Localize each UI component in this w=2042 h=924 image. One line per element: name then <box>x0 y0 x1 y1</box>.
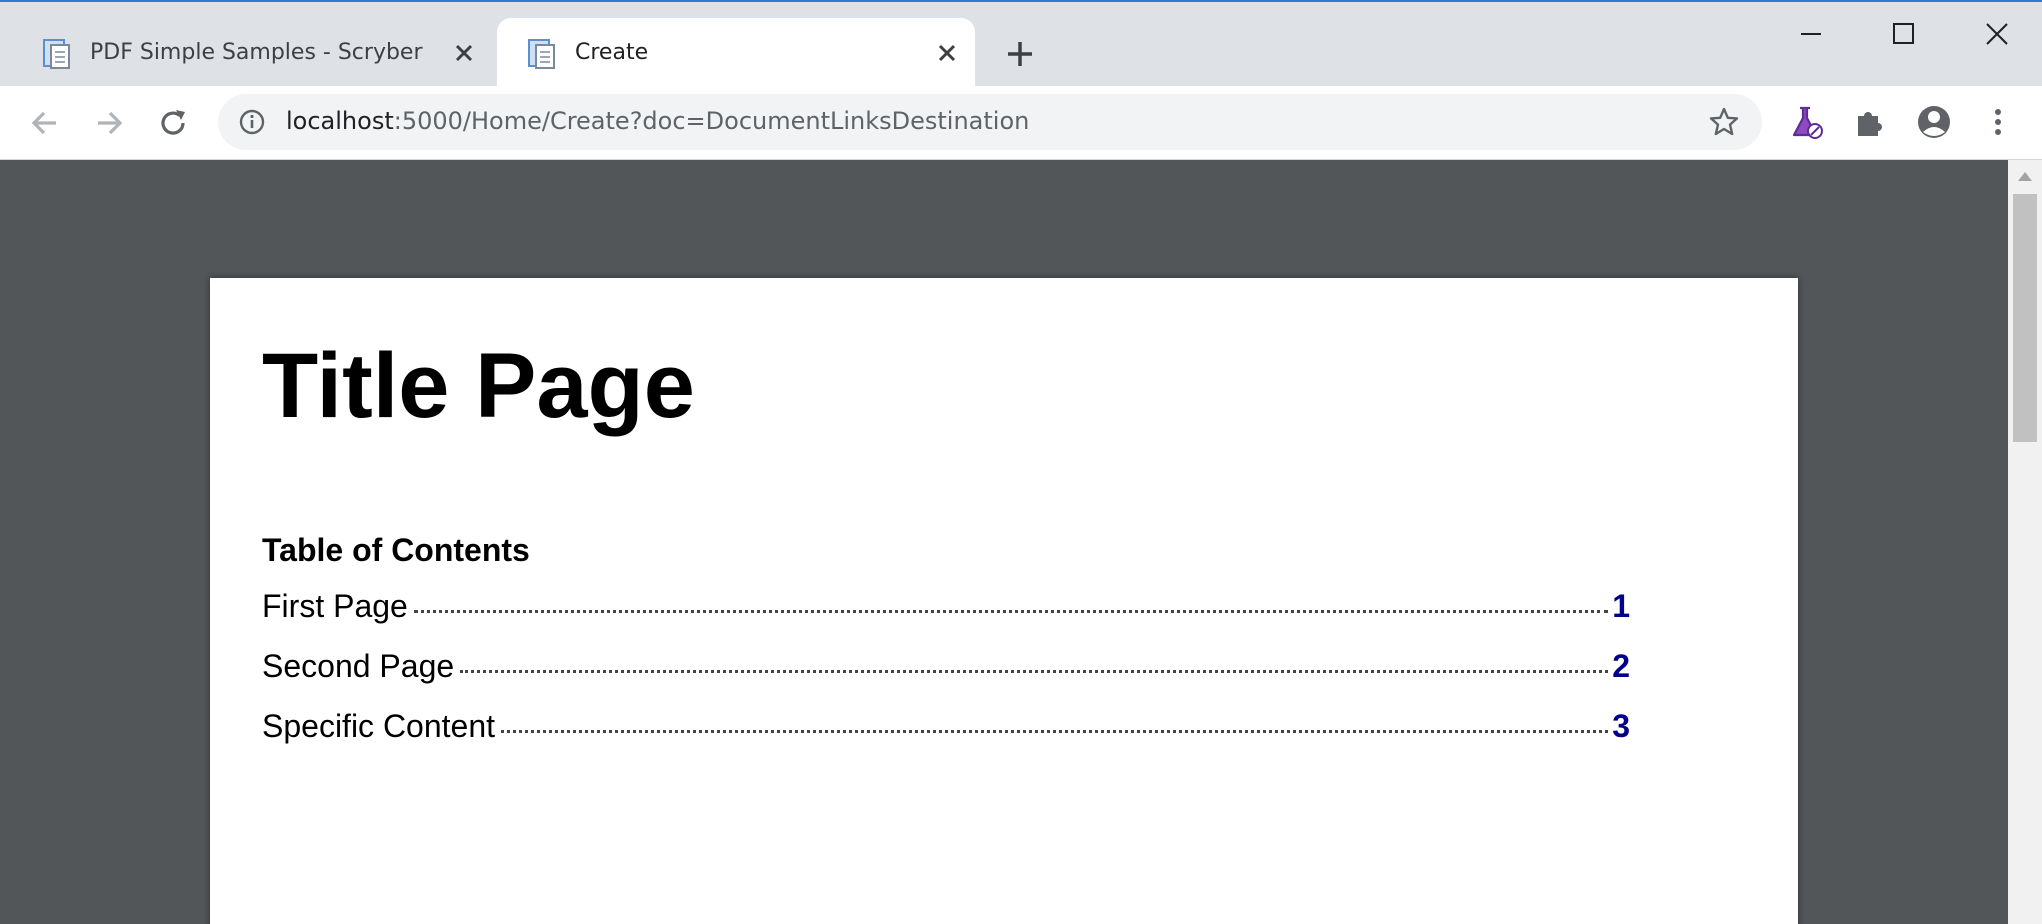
reload-icon[interactable] <box>154 104 192 142</box>
tab-title: PDF Simple Samples - Scryber <box>90 40 423 65</box>
url-text[interactable]: localhost:5000/Home/Create?doc=DocumentL… <box>286 107 1029 135</box>
scrollbar-thumb[interactable] <box>2013 194 2037 442</box>
tab-title: Create <box>575 40 649 65</box>
extensions-puzzle-icon[interactable] <box>1850 102 1890 142</box>
url-host: localhost <box>286 107 394 135</box>
toc-page-link[interactable]: 2 <box>1612 648 1630 685</box>
toc-page-link[interactable]: 3 <box>1612 708 1630 745</box>
vertical-scrollbar[interactable] <box>2008 160 2042 924</box>
labs-flask-icon[interactable] <box>1786 102 1826 142</box>
pdf-page: Title Page Table of Contents First Page … <box>210 278 1798 924</box>
minimize-icon[interactable] <box>1797 20 1825 48</box>
scroll-up-arrow-icon[interactable] <box>2017 170 2033 182</box>
bookmark-star-icon[interactable] <box>1708 106 1740 138</box>
document-favicon-icon <box>43 39 70 69</box>
toc-entry-specific-content[interactable]: Specific Content 3 <box>262 708 1630 752</box>
toc-entry-label: Specific Content <box>262 708 496 744</box>
toc-dot-leader <box>501 730 1609 733</box>
address-bar[interactable]: localhost:5000/Home/Create?doc=DocumentL… <box>218 94 1762 150</box>
toc-entry-second-page[interactable]: Second Page 2 <box>262 648 1630 692</box>
site-info-icon[interactable] <box>238 108 266 136</box>
toc-entry-label: First Page <box>262 588 408 624</box>
toc-page-link[interactable]: 1 <box>1612 588 1630 625</box>
menu-dots-icon[interactable] <box>1978 102 2018 142</box>
tab-strip: PDF Simple Samples - Scryber Create <box>0 0 2042 88</box>
close-window-icon[interactable] <box>1983 20 2011 48</box>
close-tab-icon[interactable] <box>450 39 478 67</box>
document-title: Title Page <box>262 335 695 437</box>
new-tab-icon[interactable] <box>1004 38 1036 70</box>
toc-heading: Table of Contents <box>262 532 530 568</box>
tab-pdf-simple-samples[interactable]: PDF Simple Samples - Scryber <box>12 18 492 88</box>
close-tab-icon[interactable] <box>933 39 961 67</box>
document-favicon-icon <box>528 39 555 69</box>
url-path: :5000/Home/Create?doc=DocumentLinksDesti… <box>393 107 1030 135</box>
tab-create[interactable]: Create <box>497 18 975 88</box>
toc-entry-label: Second Page <box>262 648 455 684</box>
profile-avatar-icon[interactable] <box>1914 102 1954 142</box>
maximize-icon[interactable] <box>1890 20 1918 48</box>
browser-toolbar: localhost:5000/Home/Create?doc=DocumentL… <box>0 86 2042 160</box>
toc-dot-leader <box>460 670 1609 673</box>
forward-icon[interactable] <box>90 104 128 142</box>
toc-dot-leader <box>413 610 1609 613</box>
toc-entry-first-page[interactable]: First Page 1 <box>262 588 1630 632</box>
back-icon[interactable] <box>26 104 64 142</box>
